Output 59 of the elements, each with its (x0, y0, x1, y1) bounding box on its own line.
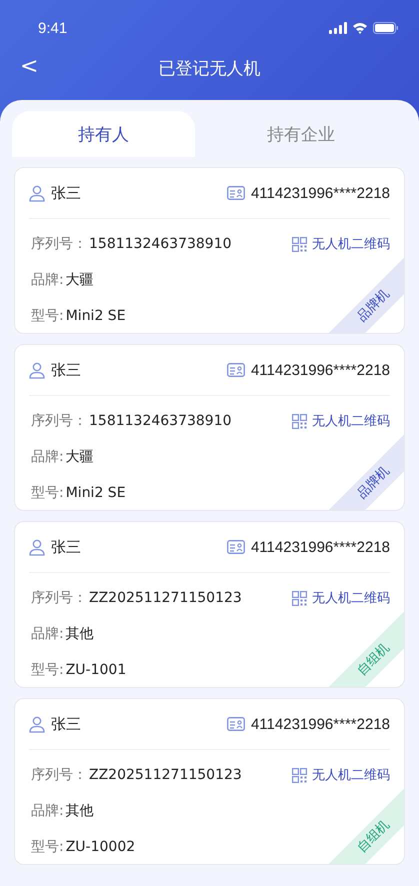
id-number: 4114231996****2218 (250, 362, 390, 378)
field-label: 序列号： (31, 589, 87, 607)
id-number: 4114231996****2218 (250, 716, 390, 732)
brand-value: 其他 (66, 802, 94, 820)
id-card-icon (226, 717, 245, 731)
person-icon (29, 716, 45, 732)
model-value: ZU-10002 (66, 839, 136, 855)
owner-name: 张三 (51, 538, 81, 556)
field-label: 序列号： (31, 235, 87, 253)
qr-code-icon (292, 414, 307, 428)
battery-icon (373, 22, 399, 34)
field-label: 序列号： (31, 766, 87, 784)
field-label: 品牌: (31, 625, 64, 643)
field-label: 品牌: (31, 802, 64, 820)
id-card-icon (226, 186, 245, 200)
back-button[interactable]: < (14, 52, 44, 81)
id-number: 4114231996****2218 (250, 538, 390, 556)
id-card-icon (226, 540, 245, 554)
owner-name: 张三 (51, 360, 81, 380)
model-value: Mini2 SE (66, 485, 126, 501)
brand-value: 大疆 (66, 271, 94, 289)
serial-number: 1581132463738910 (89, 413, 232, 429)
field-label: 型号: (31, 484, 64, 502)
signal-icon (329, 22, 347, 34)
field-label: 序列号： (31, 412, 87, 430)
tab[interactable]: 持有人 (12, 111, 195, 157)
wifi-icon (352, 22, 368, 34)
brand-value: 其他 (66, 625, 94, 643)
qr-code-link[interactable]: 无人机二维码 (292, 766, 390, 784)
field-label: 型号: (31, 307, 64, 325)
owner-name: 张三 (51, 714, 81, 734)
drone-card[interactable]: 张三 4114231996****2218 序列号：1581132463738910 无人机二维码 品牌:大疆 型号:Mini2 SE 品牌机 (14, 344, 405, 511)
qr-code-link[interactable]: 无人机二维码 (292, 412, 390, 430)
id-number: 4114231996****2218 (250, 184, 390, 202)
drone-card[interactable]: 张三 4114231996****2218 序列号：1581132463738910 无人机二维码 品牌:大疆 型号:Mini2 SE 品牌机 (14, 167, 405, 334)
field-label: 品牌: (31, 271, 64, 289)
person-icon (29, 538, 45, 556)
page-title: 已登记无人机 (158, 58, 260, 80)
model-value: Mini2 SE (66, 308, 126, 324)
drone-card[interactable]: 张三 4114231996****2218 序列号：ZZ202511271150123 无人机二维码 品牌:其他 型号:ZU-1001 自组机 (14, 521, 405, 688)
brand-value: 大疆 (66, 448, 94, 466)
field-label: 品牌: (31, 448, 64, 466)
owner-name: 张三 (51, 184, 81, 202)
qr-code-icon (292, 590, 307, 606)
id-card-icon (226, 363, 245, 377)
serial-number: ZZ202511271150123 (89, 590, 242, 606)
field-label: 型号: (31, 838, 64, 856)
field-label: 型号: (31, 661, 64, 679)
model-value: ZU-1001 (66, 662, 126, 678)
drone-card[interactable]: 张三 4114231996****2218 序列号：ZZ202511271150123 无人机二维码 品牌:其他 型号:ZU-10002 自组机 (14, 698, 405, 865)
serial-number: ZZ202511271150123 (89, 767, 242, 783)
qr-code-icon (292, 236, 307, 252)
qr-code-link[interactable]: 无人机二维码 (292, 589, 390, 607)
qr-code-icon (292, 768, 307, 782)
status-time: 9:41 (38, 20, 68, 36)
person-icon (29, 184, 45, 202)
qr-code-link[interactable]: 无人机二维码 (292, 235, 390, 253)
serial-number: 1581132463738910 (89, 236, 232, 252)
person-icon (29, 362, 45, 378)
